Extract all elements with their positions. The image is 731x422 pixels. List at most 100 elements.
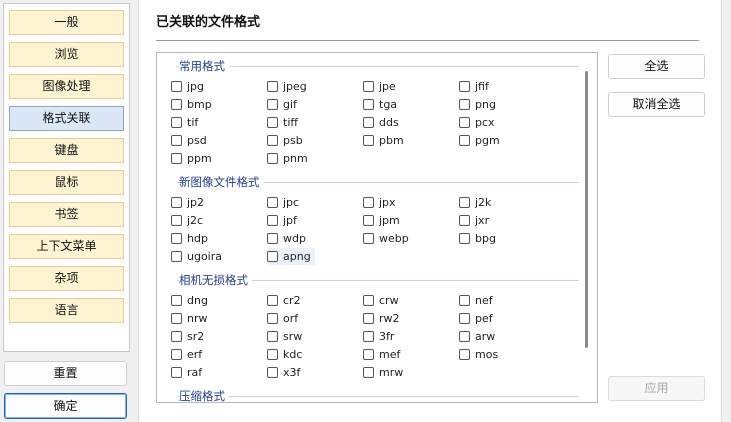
format-checkbox[interactable]: jpe [363, 78, 396, 95]
nav-language[interactable]: 语言 [9, 298, 124, 323]
deselect-all-button[interactable]: 取消全选 [608, 92, 705, 117]
checkbox-icon[interactable] [171, 152, 182, 164]
format-checkbox[interactable]: jpg [171, 78, 204, 95]
format-checkbox[interactable]: cr2 [267, 292, 301, 309]
format-checkbox[interactable]: gif [267, 96, 297, 113]
checkbox-icon[interactable] [363, 196, 374, 208]
format-checkbox[interactable]: jpx [363, 194, 396, 211]
format-checkbox[interactable]: arw [459, 328, 495, 345]
format-checkbox[interactable]: jpf [267, 212, 297, 229]
checkbox-icon[interactable] [363, 330, 374, 342]
format-checkbox[interactable]: hdp [171, 230, 208, 247]
checkbox-icon[interactable] [171, 196, 182, 208]
checkbox-icon[interactable] [459, 196, 470, 208]
format-checkbox[interactable]: jfif [459, 78, 489, 95]
checkbox-icon[interactable] [171, 250, 182, 262]
format-checkbox[interactable]: webp [363, 230, 409, 247]
checkbox-icon[interactable] [363, 134, 374, 146]
format-checkbox[interactable]: nef [459, 292, 493, 309]
format-checkbox[interactable]: pbm [363, 132, 404, 149]
checkbox-icon[interactable] [459, 232, 470, 244]
nav-browse[interactable]: 浏览 [9, 42, 124, 67]
checkbox-icon[interactable] [171, 98, 182, 110]
format-checkbox[interactable]: apng [267, 248, 315, 265]
reset-button[interactable]: 重置 [4, 361, 127, 386]
format-checkbox[interactable]: jp2 [171, 194, 204, 211]
checkbox-icon[interactable] [171, 312, 182, 324]
checkbox-icon[interactable] [267, 134, 278, 146]
checkbox-icon[interactable] [363, 348, 374, 360]
format-checkbox[interactable]: erf [171, 346, 202, 363]
ok-button[interactable]: 确定 [4, 393, 127, 419]
checkbox-icon[interactable] [171, 232, 182, 244]
format-list[interactable]: 常用格式 jpg jpeg jpe jfif bmp gif tga png tif tiff dds… [156, 52, 598, 403]
format-checkbox[interactable]: j2c [171, 212, 203, 229]
checkbox-icon[interactable] [267, 232, 278, 244]
checkbox-icon[interactable] [459, 134, 470, 146]
select-all-button[interactable]: 全选 [608, 54, 705, 79]
format-checkbox[interactable]: x3f [267, 364, 300, 381]
format-checkbox[interactable]: bmp [171, 96, 212, 113]
checkbox-icon[interactable] [459, 214, 470, 226]
format-checkbox[interactable]: pgm [459, 132, 500, 149]
checkbox-icon[interactable] [267, 348, 278, 360]
format-checkbox[interactable]: tga [363, 96, 397, 113]
nav-keyboard[interactable]: 键盘 [9, 138, 124, 163]
checkbox-icon[interactable] [459, 330, 470, 342]
checkbox-icon[interactable] [171, 116, 182, 128]
format-checkbox[interactable]: ugoira [171, 248, 222, 265]
format-checkbox[interactable]: mos [459, 346, 498, 363]
format-checkbox[interactable]: raf [171, 364, 202, 381]
checkbox-icon[interactable] [267, 98, 278, 110]
format-checkbox[interactable]: pef [459, 310, 493, 327]
checkbox-icon[interactable] [459, 348, 470, 360]
checkbox-icon[interactable] [363, 312, 374, 324]
format-checkbox[interactable]: bpg [459, 230, 496, 247]
checkbox-icon[interactable] [363, 366, 374, 378]
format-checkbox[interactable]: jpeg [267, 78, 307, 95]
list-scrollbar[interactable] [585, 71, 588, 348]
nav-image-processing[interactable]: 图像处理 [9, 74, 124, 99]
format-checkbox[interactable]: sr2 [171, 328, 204, 345]
format-checkbox[interactable]: tif [171, 114, 198, 131]
checkbox-icon[interactable] [363, 116, 374, 128]
checkbox-icon[interactable] [171, 330, 182, 342]
checkbox-icon[interactable] [459, 116, 470, 128]
checkbox-icon[interactable] [267, 152, 278, 164]
checkbox-icon[interactable] [459, 312, 470, 324]
nav-format-association[interactable]: 格式关联 [9, 106, 124, 131]
format-checkbox[interactable]: jpc [267, 194, 299, 211]
format-checkbox[interactable]: dds [363, 114, 399, 131]
format-checkbox[interactable]: srw [267, 328, 302, 345]
format-checkbox[interactable]: crw [363, 292, 399, 309]
format-checkbox[interactable]: nrw [171, 310, 208, 327]
checkbox-icon[interactable] [363, 294, 374, 306]
format-checkbox[interactable]: ppm [171, 150, 212, 167]
format-checkbox[interactable]: dng [171, 292, 208, 309]
checkbox-icon[interactable] [267, 196, 278, 208]
format-checkbox[interactable]: jpm [363, 212, 400, 229]
format-checkbox[interactable]: mef [363, 346, 400, 363]
format-checkbox[interactable]: pnm [267, 150, 308, 167]
nav-general[interactable]: 一般 [9, 10, 124, 35]
checkbox-icon[interactable] [171, 134, 182, 146]
nav-bookmarks[interactable]: 书签 [9, 202, 124, 227]
format-checkbox[interactable]: psb [267, 132, 303, 149]
format-checkbox[interactable]: mrw [363, 364, 403, 381]
format-checkbox[interactable]: wdp [267, 230, 306, 247]
checkbox-icon[interactable] [267, 330, 278, 342]
checkbox-icon[interactable] [459, 80, 470, 92]
format-checkbox[interactable]: kdc [267, 346, 302, 363]
checkbox-icon[interactable] [363, 80, 374, 92]
checkbox-icon[interactable] [363, 232, 374, 244]
format-checkbox[interactable]: orf [267, 310, 298, 327]
checkbox-icon[interactable] [459, 294, 470, 306]
checkbox-icon[interactable] [267, 366, 278, 378]
checkbox-icon[interactable] [267, 294, 278, 306]
nav-context-menu[interactable]: 上下文菜单 [9, 234, 124, 259]
checkbox-icon[interactable] [171, 348, 182, 360]
checkbox-icon[interactable] [267, 80, 278, 92]
nav-misc[interactable]: 杂项 [9, 266, 124, 291]
format-checkbox[interactable]: png [459, 96, 496, 113]
format-checkbox[interactable]: pcx [459, 114, 495, 131]
